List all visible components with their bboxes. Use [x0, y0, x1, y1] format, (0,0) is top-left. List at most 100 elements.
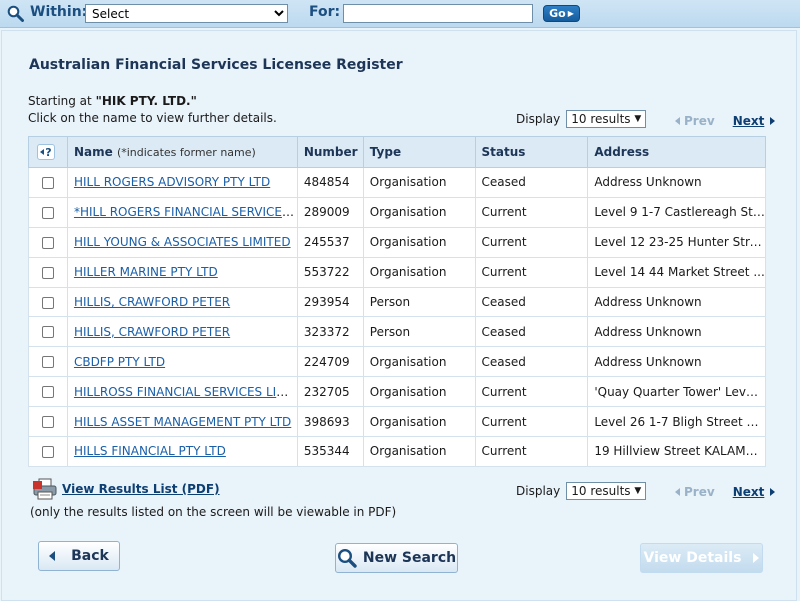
number-cell: 224709 [296, 346, 364, 378]
type-cell: Person [362, 286, 476, 318]
licensee-name-link[interactable]: HILLS ASSET MANAGEMENT PTY LTD [74, 415, 291, 429]
licensee-name-link[interactable]: CBDFP PTY LTD [74, 355, 165, 369]
prev-link-bottom[interactable]: Prev [675, 485, 715, 499]
row-checkbox-cell [28, 376, 68, 408]
address-cell: Level 9 1-7 Castlereagh Str... [587, 196, 766, 228]
view-results-pdf-link[interactable]: View Results List (PDF) [62, 482, 220, 496]
type-cell: Organisation [362, 196, 476, 228]
pdf-note: (only the results listed on the screen w… [30, 505, 397, 519]
status-cell: Ceased [474, 316, 589, 348]
number-cell: 535344 [296, 436, 364, 467]
licensee-name-link[interactable]: HILLIS, CRAWFORD PETER [74, 325, 230, 339]
row-checkbox[interactable] [41, 176, 54, 189]
row-checkbox[interactable] [41, 296, 54, 309]
printer-pdf-icon[interactable] [32, 478, 58, 500]
search-input[interactable] [343, 4, 533, 23]
display-select-top[interactable]: 10 results ▼ [566, 110, 647, 128]
next-link-top[interactable]: Next [733, 114, 776, 128]
prev-label: Prev [684, 114, 715, 128]
licensee-name-link[interactable]: HILL ROGERS ADVISORY PTY LTD [74, 175, 270, 189]
name-cell: HILLER MARINE PTY LTD [66, 256, 298, 288]
view-details-button-label: View Details [643, 550, 742, 566]
table-row: CBDFP PTY LTD 224709 Organisation Ceased… [28, 346, 766, 378]
row-checkbox-cell [28, 406, 68, 438]
back-button[interactable]: Back [38, 541, 120, 571]
licensee-name-link[interactable]: HILLROSS FINANCIAL SERVICES LIMI... [74, 385, 296, 399]
licensee-name-link[interactable]: HILL YOUNG & ASSOCIATES LIMITED [74, 235, 291, 249]
address-cell: 'Quay Quarter Tower' Level ... [587, 376, 766, 408]
pdf-row: View Results List (PDF) [32, 478, 220, 500]
search-icon [7, 5, 24, 22]
within-label: Within: [30, 4, 88, 20]
status-cell: Current [474, 376, 589, 408]
go-button-label: Go [549, 7, 566, 20]
prev-link-top[interactable]: Prev [675, 114, 715, 128]
row-checkbox-cell [28, 196, 68, 228]
status-cell: Current [474, 196, 589, 228]
table-row: HILLS FINANCIAL PTY LTD 535344 Organisat… [28, 436, 766, 467]
address-cell: Level 14 44 Market Street ... [587, 256, 766, 288]
row-checkbox-cell [28, 167, 68, 198]
new-search-button[interactable]: New Search [335, 543, 458, 573]
help-header[interactable]: ? [28, 136, 68, 168]
type-cell: Organisation [362, 167, 476, 198]
status-cell: Current [474, 406, 589, 438]
next-link-bottom[interactable]: Next [733, 485, 776, 499]
number-cell: 484854 [296, 167, 364, 198]
licensee-name-link[interactable]: *HILL ROGERS FINANCIAL SERVICES... [74, 205, 296, 219]
type-cell: Person [362, 316, 476, 348]
go-button[interactable]: Go ▶ [543, 5, 580, 22]
name-cell: HILLROSS FINANCIAL SERVICES LIMI... [66, 376, 298, 408]
row-checkbox-cell [28, 316, 68, 348]
table-row: HILLIS, CRAWFORD PETER 323372 Person Cea… [28, 316, 766, 348]
table-row: HILLER MARINE PTY LTD 553722 Organisatio… [28, 256, 766, 288]
table-row: HILLROSS FINANCIAL SERVICES LIMI... 2327… [28, 376, 766, 408]
status-cell: Ceased [474, 346, 589, 378]
help-icon[interactable]: ? [37, 144, 55, 160]
row-checkbox[interactable] [41, 356, 54, 369]
row-checkbox[interactable] [41, 445, 54, 458]
view-details-button[interactable]: View Details [640, 543, 763, 573]
row-checkbox[interactable] [41, 386, 54, 399]
type-column-header: Type [362, 136, 476, 168]
search-icon [337, 548, 357, 568]
address-cell: Level 12 23-25 Hunter Stre... [587, 226, 766, 258]
licensee-name-link[interactable]: HILLIS, CRAWFORD PETER [74, 295, 230, 309]
arrow-left-icon [40, 149, 45, 155]
row-checkbox[interactable] [41, 236, 54, 249]
back-button-label: Back [71, 548, 109, 564]
row-checkbox[interactable] [41, 416, 54, 429]
display-select-value: 10 results [571, 484, 631, 498]
address-cell: Address Unknown [587, 346, 766, 378]
display-control-top: Display 10 results ▼ [516, 110, 647, 128]
name-cell: HILLIS, CRAWFORD PETER [66, 286, 298, 318]
row-checkbox[interactable] [41, 206, 54, 219]
type-cell: Organisation [362, 436, 476, 467]
name-header-note: (*indicates former name) [116, 146, 256, 159]
number-column-header: Number [296, 136, 364, 168]
table-row: HILLIS, CRAWFORD PETER 293954 Person Cea… [28, 286, 766, 318]
row-checkbox-cell [28, 436, 68, 467]
for-label: For: [309, 4, 341, 20]
starting-at-prefix: Starting at [28, 94, 96, 108]
search-bar: Within: Select For: Go ▶ [0, 0, 800, 28]
status-cell: Ceased [474, 167, 589, 198]
row-checkbox-cell [28, 226, 68, 258]
name-cell: HILLS ASSET MANAGEMENT PTY LTD [66, 406, 298, 438]
row-checkbox[interactable] [41, 266, 54, 279]
arrow-right-icon [753, 553, 760, 563]
table-row: HILLS ASSET MANAGEMENT PTY LTD 398693 Or… [28, 406, 766, 438]
licensee-name-link[interactable]: HILLS FINANCIAL PTY LTD [74, 444, 226, 458]
licensee-name-link[interactable]: HILLER MARINE PTY LTD [74, 265, 218, 279]
within-select[interactable]: Select [85, 4, 288, 23]
pager-bottom: Prev Next [675, 485, 776, 499]
name-cell: HILL YOUNG & ASSOCIATES LIMITED [66, 226, 298, 258]
type-cell: Organisation [362, 406, 476, 438]
results-table: ? Name (*indicates former name) Number T… [28, 136, 766, 467]
address-cell: 19 Hillview Street KALAMU... [587, 436, 766, 467]
address-cell: Address Unknown [587, 286, 766, 318]
status-column-header: Status [474, 136, 589, 168]
row-checkbox[interactable] [41, 326, 54, 339]
number-cell: 293954 [296, 286, 364, 318]
display-select-bottom[interactable]: 10 results ▼ [566, 482, 647, 500]
